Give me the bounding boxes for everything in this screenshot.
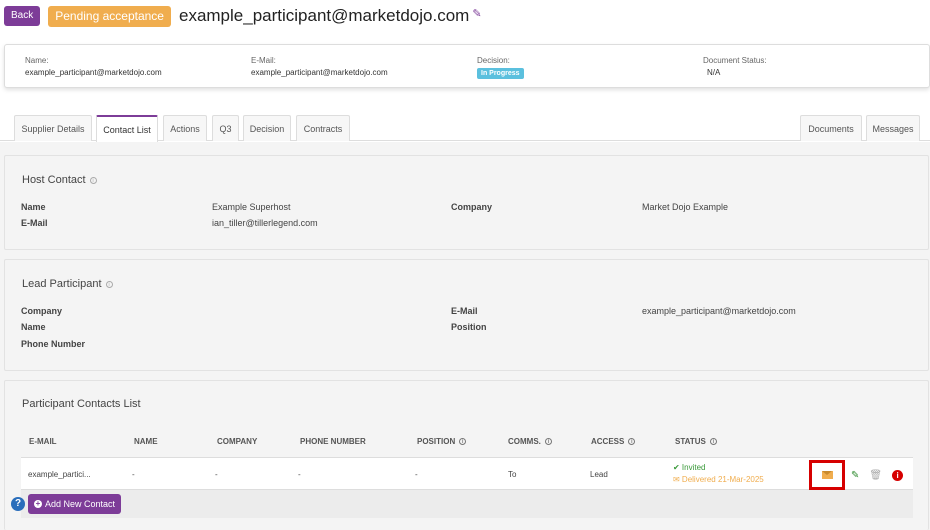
- table-footer: [21, 490, 913, 518]
- row-company: -: [215, 470, 218, 479]
- info-icon[interactable]: i: [105, 280, 113, 288]
- tab-supplier-details[interactable]: Supplier Details: [14, 115, 92, 141]
- participant-contacts-title: Participant Contacts List: [22, 398, 141, 410]
- row-position: -: [415, 470, 418, 479]
- back-button[interactable]: Back: [4, 6, 41, 26]
- summary-name: Name: example_participant@marketdojo.com: [25, 56, 162, 77]
- summary-doc-status: Document Status: N/A: [703, 56, 767, 77]
- info-icon[interactable]: i: [459, 438, 467, 445]
- row-name: -: [132, 470, 135, 479]
- lead-position-label: Position: [451, 322, 487, 332]
- row-status-invited: ✔ Invited: [673, 463, 706, 472]
- lead-participant-title-text: Lead Participant: [22, 278, 102, 290]
- host-contact-title: Host Contact i: [22, 174, 97, 186]
- col-access[interactable]: ACCESS i: [591, 437, 636, 446]
- tab-bar: Supplier Details Contact List Actions Q3…: [0, 115, 930, 142]
- info-icon[interactable]: i: [89, 176, 97, 184]
- summary-email-label: E-Mail:: [251, 56, 276, 65]
- col-comms-label: COMMS.: [508, 437, 541, 446]
- row-status-delivered: ✉ Delivered 21-Mar-2025: [673, 475, 764, 484]
- row-phone: -: [298, 470, 301, 479]
- lead-name-label: Name: [21, 322, 46, 332]
- tab-q3[interactable]: Q3: [212, 115, 239, 141]
- col-email[interactable]: E-MAIL: [29, 437, 57, 446]
- col-position[interactable]: POSITION i: [417, 437, 467, 446]
- lead-phone-label: Phone Number: [21, 339, 86, 349]
- page-title-text: example_participant@marketdojo.com: [178, 6, 470, 25]
- status-badge: Pending acceptance: [48, 5, 171, 27]
- col-comms[interactable]: COMMS. i: [508, 437, 552, 446]
- tab-documents[interactable]: Documents: [800, 115, 862, 141]
- page-title: example_participant@marketdojo.com ✎: [179, 6, 482, 26]
- info-icon[interactable]: i: [709, 438, 717, 445]
- trash-icon[interactable]: 🗑: [869, 470, 882, 481]
- summary-email: E-Mail: example_participant@marketdojo.c…: [251, 56, 388, 77]
- summary-name-label: Name:: [25, 56, 49, 65]
- row-comms: To: [508, 470, 517, 479]
- info-icon[interactable]: i: [544, 438, 552, 445]
- summary-email-value: example_participant@marketdojo.com: [251, 68, 388, 77]
- tab-contact-list[interactable]: Contact List: [96, 115, 158, 142]
- pencil-icon[interactable]: ✎: [472, 7, 481, 20]
- tab-contracts[interactable]: Contracts: [296, 115, 350, 141]
- lead-company-label: Company: [21, 306, 63, 316]
- row-actions: ✎ 🗑 i: [809, 460, 904, 490]
- info-icon[interactable]: i: [892, 469, 904, 481]
- resend-invite-button[interactable]: [809, 460, 845, 490]
- lead-email-value: example_participant@marketdojo.com: [642, 306, 796, 316]
- summary-card: Name: example_participant@marketdojo.com…: [4, 44, 930, 88]
- row-access: Lead: [590, 470, 608, 479]
- lead-participant-title: Lead Participant i: [22, 278, 113, 290]
- host-company-label: Company: [451, 202, 493, 212]
- host-company-value: Market Dojo Example: [642, 202, 729, 212]
- tab-messages[interactable]: Messages: [866, 115, 920, 141]
- summary-name-value: example_participant@marketdojo.com: [25, 68, 162, 77]
- plus-icon: +: [34, 499, 42, 508]
- summary-decision: Decision: In Progress: [477, 56, 524, 79]
- lead-email-label: E-Mail: [451, 306, 478, 316]
- host-email-value: ian_tiller@tillerlegend.com: [212, 218, 318, 228]
- host-name-label: Name: [21, 202, 46, 212]
- envelope-icon: [821, 471, 833, 479]
- host-contact-title-text: Host Contact: [22, 174, 86, 186]
- tab-decision[interactable]: Decision: [243, 115, 291, 141]
- table-row: example_partici... - - - - To Lead ✔ Inv…: [21, 457, 913, 490]
- col-status-label: STATUS: [675, 437, 706, 446]
- host-name-value: Example Superhost: [212, 202, 291, 212]
- add-new-contact-button[interactable]: + Add New Contact: [28, 494, 122, 514]
- row-email: example_partici...: [28, 470, 91, 479]
- decision-status-chip: In Progress: [477, 68, 524, 79]
- col-phone-number[interactable]: PHONE NUMBER: [300, 437, 366, 446]
- pencil-icon[interactable]: ✎: [851, 470, 859, 481]
- host-email-label: E-Mail: [21, 218, 48, 228]
- col-name[interactable]: NAME: [134, 437, 158, 446]
- summary-decision-label: Decision:: [477, 56, 510, 65]
- col-status[interactable]: STATUS i: [675, 437, 717, 446]
- add-new-contact-label: Add New Contact: [45, 499, 116, 509]
- col-company[interactable]: COMPANY: [217, 437, 257, 446]
- summary-doc-status-value: N/A: [707, 68, 721, 77]
- tab-actions[interactable]: Actions: [163, 115, 207, 141]
- question-icon[interactable]: ?: [11, 497, 25, 511]
- info-icon[interactable]: i: [628, 438, 636, 445]
- col-position-label: POSITION: [417, 437, 456, 446]
- page-header: Back Pending acceptance example_particip…: [4, 4, 482, 28]
- summary-doc-status-label: Document Status:: [703, 56, 767, 65]
- col-access-label: ACCESS: [591, 437, 625, 446]
